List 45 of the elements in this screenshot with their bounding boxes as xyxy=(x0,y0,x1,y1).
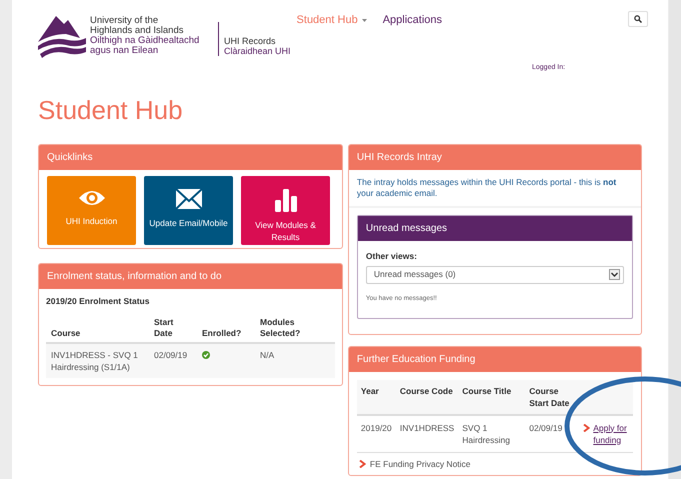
column-header: Course Title xyxy=(458,380,526,414)
system-name: Clàraidhean UHI xyxy=(224,46,291,56)
table-cell: 2019/20 xyxy=(356,414,396,452)
table-cell: INV1HDRESS - SVQ 1 Hairdressing (S1/1A) xyxy=(46,342,149,378)
panel-header: Quicklinks xyxy=(39,145,342,170)
search-button[interactable] xyxy=(628,11,648,27)
system-name: UHI Records xyxy=(224,36,277,46)
panel-header: Enrolment status, information and to do xyxy=(39,264,342,289)
column-header: Course xyxy=(46,314,149,343)
apply-link[interactable]: Apply for funding xyxy=(593,422,631,446)
privacy-notice-link[interactable]: FE Funding Privacy Notice xyxy=(370,458,471,470)
logo-text: Highlands and Islands xyxy=(90,26,184,36)
nav-link[interactable]: Applications xyxy=(382,12,442,28)
logo-text: Oilthigh na Gàidhealtachd xyxy=(90,36,200,46)
logo-text: agus nan Eilean xyxy=(90,46,160,56)
table-cell: 02/09/19 xyxy=(525,414,582,452)
views-select[interactable]: Unread messages (0) xyxy=(366,266,624,284)
panel-header: Further Education Funding xyxy=(348,346,641,372)
column-header: Year xyxy=(356,380,396,414)
logo-text: University of the xyxy=(90,16,160,26)
envelope-icon xyxy=(174,188,202,210)
page-title: Student Hub xyxy=(38,95,184,125)
eye-icon xyxy=(78,188,106,208)
section-subtitle: 2019/20 Enrolment Status xyxy=(46,295,150,308)
column-header: Enrolled? xyxy=(197,314,255,343)
chevron-icon xyxy=(358,460,366,468)
column-header: Course Start Date xyxy=(525,380,582,414)
table-cell: N/A xyxy=(255,342,335,378)
column-header: Course Code xyxy=(396,380,458,414)
column-header: Modules Selected? xyxy=(255,314,335,343)
column-header: Start Date xyxy=(149,314,197,343)
chevron-icon xyxy=(583,424,590,432)
quicklink-tile[interactable]: Update Email/Mobile xyxy=(144,176,233,245)
search-icon xyxy=(634,15,642,23)
bar-chart-icon xyxy=(274,188,298,212)
quicklink-tile[interactable]: View Modules & Results xyxy=(241,176,330,245)
scrollbar[interactable] xyxy=(669,0,681,479)
table-cell: INV1HDRESS xyxy=(396,414,458,452)
table-cell: SVQ 1 Hairdressing xyxy=(458,414,526,452)
table-cell: 02/09/19 xyxy=(149,342,197,378)
panel-header: Unread messages xyxy=(358,216,632,241)
logo-icon xyxy=(38,14,86,58)
panel-header: UHI Records Intray xyxy=(348,145,641,170)
intray-description: The intray holds messages within the UHI Records portal - this is not your academic email. xyxy=(348,170,641,208)
field-label: Other views: xyxy=(366,250,418,263)
